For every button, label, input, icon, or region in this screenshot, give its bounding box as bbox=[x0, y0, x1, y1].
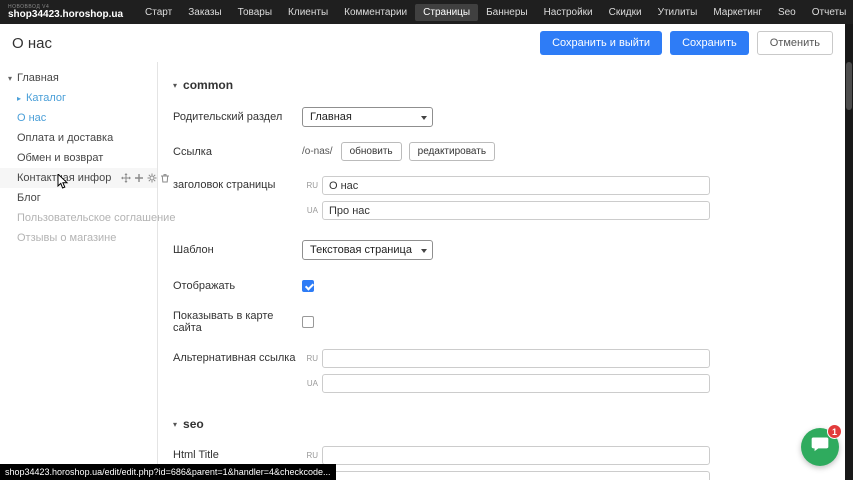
chevron-down-icon: ▾ bbox=[173, 81, 177, 90]
sidebar-item-label: Каталог bbox=[26, 92, 66, 104]
pages-tree-sidebar: ▾ Главная ▸ Каталог О нас Оплата и доста… bbox=[0, 62, 158, 480]
move-icon[interactable] bbox=[121, 173, 131, 183]
lang-ua-badge: UA bbox=[302, 206, 318, 215]
sidebar-item-main[interactable]: ▾ Главная bbox=[0, 68, 157, 88]
menu-item-banners[interactable]: Баннеры bbox=[478, 4, 535, 21]
sidebar-item-label: Оплата и доставка bbox=[17, 132, 113, 144]
sidebar-item-label: Главная bbox=[17, 72, 59, 84]
page-edit-form: ▾ common Родительский раздел Главная Ссы… bbox=[158, 62, 845, 480]
alt-link-row: Альтернативная ссылка RU UA bbox=[173, 349, 845, 393]
menu-item-pages[interactable]: Страницы bbox=[415, 4, 478, 21]
html-title-ua-input[interactable] bbox=[322, 471, 710, 480]
parent-section-select[interactable]: Главная bbox=[302, 107, 433, 127]
chat-widget-button[interactable]: 1 bbox=[801, 428, 839, 466]
logo[interactable]: НОВОВВОД V4 shop34423.horoshop.ua bbox=[8, 5, 123, 20]
menu-item-seo[interactable]: Seo bbox=[770, 4, 804, 21]
field-label: Альтернативная ссылка bbox=[173, 349, 298, 364]
header-buttons: Сохранить и выйти Сохранить Отменить bbox=[540, 31, 833, 55]
sidebar-item-label: Обмен и возврат bbox=[17, 152, 103, 164]
sitemap-row: Показывать в карте сайта bbox=[173, 310, 845, 334]
lang-ru-badge: RU bbox=[302, 451, 318, 460]
sidebar-item-label: Пользовательское соглашение bbox=[17, 212, 175, 224]
top-menu: Старт Заказы Товары Клиенты Комментарии … bbox=[137, 0, 853, 24]
sidebar-item-store-reviews[interactable]: Отзывы о магазине bbox=[0, 228, 157, 248]
cancel-button[interactable]: Отменить bbox=[757, 31, 833, 55]
shop-domain-label: shop34423.horoshop.ua bbox=[8, 10, 123, 20]
menu-item-discounts[interactable]: Скидки bbox=[601, 4, 650, 21]
lang-ru-badge: RU bbox=[302, 181, 318, 190]
sidebar-item-blog[interactable]: Блог bbox=[0, 188, 157, 208]
sidebar-item-contact-info[interactable]: Контактная инфор bbox=[0, 168, 157, 188]
chevron-down-icon: ▾ bbox=[8, 74, 12, 83]
chevron-down-icon bbox=[421, 249, 427, 253]
display-checkbox[interactable] bbox=[302, 280, 314, 292]
edit-url-button[interactable]: редактировать bbox=[409, 142, 495, 161]
link-row: Ссылка /o-nas/ обновить редактировать bbox=[173, 142, 845, 161]
add-page-icon[interactable] bbox=[134, 173, 144, 183]
menu-item-orders[interactable]: Заказы bbox=[180, 4, 229, 21]
field-label: Показывать в карте сайта bbox=[173, 310, 298, 334]
main-layout: ▾ Главная ▸ Каталог О нас Оплата и доста… bbox=[0, 62, 845, 480]
menu-item-marketing[interactable]: Маркетинг bbox=[705, 4, 770, 21]
section-common[interactable]: ▾ common bbox=[173, 78, 845, 92]
menu-item-utilities[interactable]: Утилиты bbox=[650, 4, 706, 21]
sidebar-item-label: О нас bbox=[17, 112, 46, 124]
update-url-button[interactable]: обновить bbox=[341, 142, 402, 161]
field-label: Родительский раздел bbox=[173, 111, 298, 123]
sidebar-item-label: Контактная инфор bbox=[17, 172, 111, 184]
section-title: common bbox=[183, 78, 233, 92]
field-label-text: Html Title bbox=[173, 449, 298, 461]
parent-section-row: Родительский раздел Главная bbox=[173, 107, 845, 127]
sidebar-item-exchange-return[interactable]: Обмен и возврат bbox=[0, 148, 157, 168]
sidebar-item-payment-delivery[interactable]: Оплата и доставка bbox=[0, 128, 157, 148]
html-title-ru-input[interactable] bbox=[322, 446, 710, 465]
sidebar-item-label: Отзывы о магазине bbox=[17, 232, 116, 244]
chevron-right-icon: ▸ bbox=[17, 94, 21, 103]
menu-item-products[interactable]: Товары bbox=[230, 4, 280, 21]
template-select[interactable]: Текстовая страница bbox=[302, 240, 433, 260]
chevron-down-icon: ▾ bbox=[173, 420, 177, 429]
page-url-value: /o-nas/ bbox=[302, 146, 333, 157]
field-label: Шаблон bbox=[173, 244, 298, 256]
gear-icon[interactable] bbox=[147, 173, 157, 183]
field-label: Отображать bbox=[173, 280, 298, 292]
sidebar-item-label: Блог bbox=[17, 192, 41, 204]
select-value: Главная bbox=[310, 111, 352, 123]
page-title-row: заголовок страницы RU UA bbox=[173, 176, 845, 220]
chat-unread-badge: 1 bbox=[827, 424, 842, 439]
menu-item-start[interactable]: Старт bbox=[137, 4, 180, 21]
sidebar-item-user-agreement[interactable]: Пользовательское соглашение bbox=[0, 208, 157, 228]
lang-ua-badge: UA bbox=[302, 379, 318, 388]
save-button[interactable]: Сохранить bbox=[670, 31, 749, 55]
field-label: Ссылка bbox=[173, 146, 298, 158]
menu-item-reports[interactable]: Отчеты bbox=[804, 4, 853, 21]
topbar: НОВОВВОД V4 shop34423.horoshop.ua Старт … bbox=[0, 0, 853, 24]
section-seo[interactable]: ▾ seo bbox=[173, 417, 845, 431]
page-title-ua-input[interactable] bbox=[322, 201, 710, 220]
sitemap-checkbox[interactable] bbox=[302, 316, 314, 328]
scrollbar-thumb[interactable] bbox=[846, 62, 852, 110]
page-title-ru-input[interactable] bbox=[322, 176, 710, 195]
template-row: Шаблон Текстовая страница bbox=[173, 240, 845, 260]
page-title: О нас bbox=[12, 35, 52, 52]
sidebar-item-about[interactable]: О нас bbox=[0, 108, 157, 128]
select-value: Текстовая страница bbox=[310, 244, 412, 256]
chat-icon bbox=[810, 435, 830, 460]
alt-link-ru-input[interactable] bbox=[322, 349, 710, 368]
field-label: заголовок страницы bbox=[173, 176, 298, 191]
lang-ru-badge: RU bbox=[302, 354, 318, 363]
menu-item-clients[interactable]: Клиенты bbox=[280, 4, 336, 21]
display-row: Отображать bbox=[173, 280, 845, 292]
page-header: О нас Сохранить и выйти Сохранить Отмени… bbox=[0, 24, 845, 62]
alt-link-ua-input[interactable] bbox=[322, 374, 710, 393]
save-and-exit-button[interactable]: Сохранить и выйти bbox=[540, 31, 662, 55]
chevron-down-icon bbox=[421, 116, 427, 120]
menu-item-comments[interactable]: Комментарии bbox=[336, 4, 415, 21]
menu-item-settings[interactable]: Настройки bbox=[536, 4, 601, 21]
sidebar-item-catalog[interactable]: ▸ Каталог bbox=[0, 88, 157, 108]
section-title: seo bbox=[183, 417, 204, 431]
vertical-scrollbar[interactable] bbox=[845, 24, 853, 480]
status-url-tooltip: shop34423.horoshop.ua/edit/edit.php?id=6… bbox=[0, 464, 336, 480]
